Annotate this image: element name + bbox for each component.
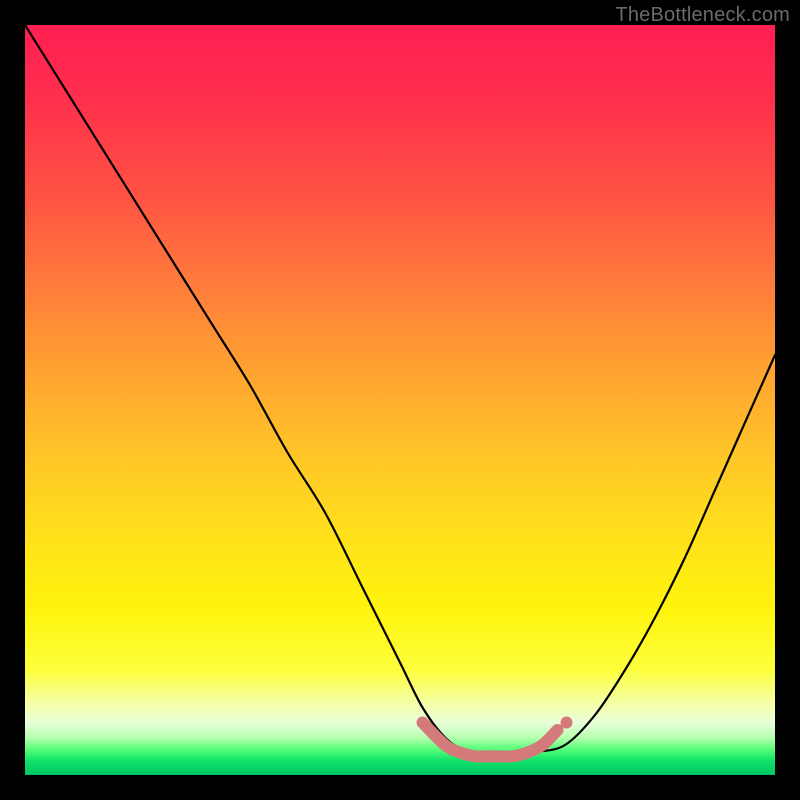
watermark-text: TheBottleneck.com (615, 4, 790, 27)
gradient-background (25, 25, 775, 775)
chart-frame: TheBottleneck.com (0, 0, 800, 800)
